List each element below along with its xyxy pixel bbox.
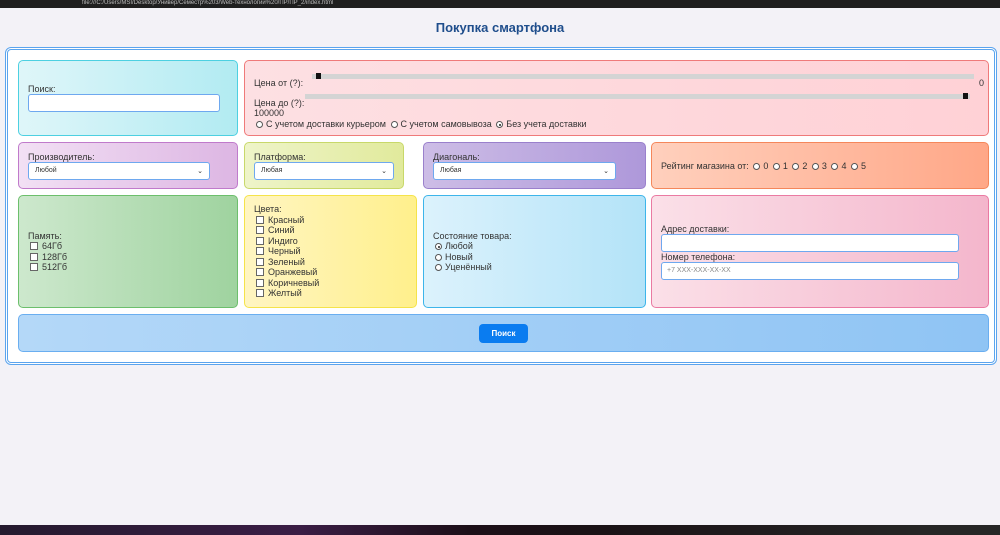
- phone-input[interactable]: +7 XXX-XXX-XX-XX: [661, 261, 959, 280]
- rating-option[interactable]: 5: [849, 161, 866, 171]
- selected-value: Любой: [35, 167, 57, 174]
- search-section: Поиск:: [18, 60, 238, 136]
- condition-label: Состояние товара:: [433, 230, 512, 241]
- price-to-value: 100000: [254, 108, 285, 118]
- checkbox[interactable]: [30, 263, 38, 271]
- radio[interactable]: [850, 162, 858, 170]
- manufacturer-section: Производитель: Любой ⌄: [18, 142, 238, 189]
- memory-option[interactable]: 512Гб: [28, 262, 228, 273]
- radio[interactable]: [792, 162, 800, 170]
- color-option[interactable]: Желтый: [254, 288, 407, 299]
- price-to-slider[interactable]: [305, 93, 970, 99]
- chevron-down-icon: ⌄: [603, 167, 609, 175]
- manufacturer-label: Производитель:: [28, 151, 95, 162]
- price-to-label: Цена до (?):: [254, 98, 305, 108]
- checkbox[interactable]: [256, 257, 264, 266]
- manufacturer-select[interactable]: Любой ⌄: [28, 161, 210, 180]
- checkbox[interactable]: [256, 268, 264, 277]
- chevron-down-icon: ⌄: [197, 167, 203, 175]
- colors-label: Цвета:: [254, 204, 282, 215]
- price-from-label: Цена от (?):: [254, 78, 304, 88]
- memory-option[interactable]: 128Гб: [28, 252, 228, 263]
- selected-value: Любая: [261, 167, 283, 174]
- colors-section: Цвета: Красный Синий Индиго Черный Зелен…: [244, 195, 417, 308]
- diagonal-label: Диагональ:: [433, 151, 480, 162]
- delivery-courier-option[interactable]: С учетом доставки курьером: [254, 119, 386, 129]
- diagonal-select[interactable]: Любая ⌄: [433, 161, 616, 180]
- rating-option[interactable]: 3: [810, 161, 827, 171]
- color-option[interactable]: Синий: [254, 225, 407, 236]
- radio[interactable]: [435, 264, 442, 271]
- checkbox[interactable]: [30, 252, 38, 261]
- condition-section: Состояние товара: Любой Новый Уценённый: [423, 195, 646, 308]
- checkbox[interactable]: [256, 215, 264, 224]
- checkbox[interactable]: [256, 247, 264, 256]
- radio[interactable]: [390, 121, 398, 128]
- memory-option[interactable]: 64Гб: [28, 241, 228, 252]
- price-from-thumb[interactable]: [316, 73, 321, 79]
- url-text: file:///C:/Users/MSI/Desktop/Универ/Семе…: [82, 0, 334, 6]
- rating-section: Рейтинг магазина от: 0 1 2 3 4 5: [651, 142, 989, 189]
- checkbox[interactable]: [256, 289, 264, 298]
- search-label: Поиск:: [28, 84, 56, 94]
- rating-option[interactable]: 2: [790, 161, 807, 171]
- color-option[interactable]: Зеленый: [254, 257, 407, 268]
- address-input[interactable]: [661, 233, 959, 252]
- radio[interactable]: [772, 162, 780, 170]
- page-title: Покупка смартфона: [435, 20, 565, 35]
- checkbox[interactable]: [256, 278, 264, 287]
- price-to-thumb[interactable]: [963, 93, 968, 99]
- rating-option[interactable]: 0: [751, 161, 768, 171]
- platform-section: Платформа: Любая ⌄: [244, 142, 404, 189]
- checkbox[interactable]: [256, 226, 264, 235]
- rating-label: Рейтинг магазина от:: [661, 160, 749, 171]
- color-option[interactable]: Коричневый: [254, 278, 407, 289]
- radio[interactable]: [496, 121, 504, 128]
- phone-placeholder: +7 XXX-XXX-XX-XX: [667, 267, 731, 274]
- color-option[interactable]: Оранжевый: [254, 267, 407, 278]
- price-section: Цена от (?): 0 Цена до (?): 100000 С уче…: [244, 60, 989, 136]
- checkbox[interactable]: [30, 242, 38, 250]
- search-button[interactable]: Поиск: [479, 323, 528, 343]
- price-from-slider[interactable]: [312, 73, 974, 79]
- diagonal-section: Диагональ: Любая ⌄: [423, 142, 646, 189]
- checkbox[interactable]: [256, 236, 264, 245]
- contact-section: Адрес доставки: Номер телефона: +7 XXX-X…: [651, 195, 989, 308]
- memory-section: Память: 64Гб 128Гб 512Гб: [18, 195, 238, 308]
- condition-option[interactable]: Любой: [433, 241, 636, 252]
- radio[interactable]: [811, 162, 819, 170]
- platform-select[interactable]: Любая ⌄: [254, 161, 394, 180]
- price-from-value: 0: [978, 78, 984, 88]
- rating-option[interactable]: 1: [771, 161, 788, 171]
- color-option[interactable]: Красный: [254, 215, 407, 226]
- radio[interactable]: [435, 243, 442, 250]
- submit-section: Поиск: [18, 314, 989, 352]
- search-input[interactable]: [28, 94, 220, 112]
- delivery-pickup-option[interactable]: С учетом самовывоза: [389, 119, 492, 129]
- color-option[interactable]: Черный: [254, 246, 407, 257]
- browser-address-bar[interactable]: file:///C:/Users/MSI/Desktop/Универ/Семе…: [0, 0, 1000, 8]
- chevron-down-icon: ⌄: [381, 167, 387, 175]
- radio[interactable]: [435, 253, 442, 261]
- rating-option[interactable]: 4: [829, 161, 846, 171]
- radio[interactable]: [831, 162, 839, 170]
- memory-label: Память:: [28, 230, 62, 241]
- color-option[interactable]: Индиго: [254, 236, 407, 247]
- condition-option[interactable]: Новый: [433, 252, 636, 263]
- os-taskbar: [0, 525, 1000, 535]
- condition-option[interactable]: Уценённый: [433, 262, 636, 273]
- radio[interactable]: [753, 162, 761, 170]
- radio[interactable]: [256, 121, 263, 128]
- address-label: Адрес доставки:: [661, 223, 730, 234]
- selected-value: Любая: [440, 167, 462, 174]
- delivery-none-option[interactable]: Без учета доставки: [494, 119, 587, 129]
- search-form: Поиск: Цена от (?): 0 Цена до (?): 10000…: [5, 47, 997, 365]
- phone-label: Номер телефона:: [661, 251, 736, 262]
- platform-label: Платформа:: [254, 151, 306, 162]
